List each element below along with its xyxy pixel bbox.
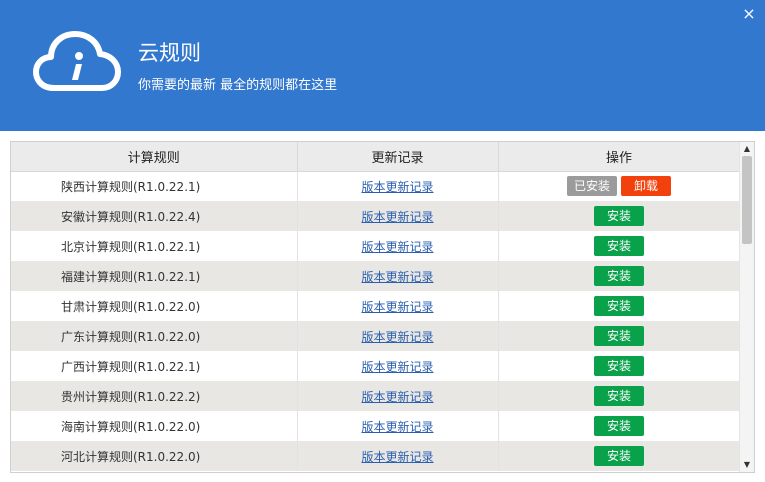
rules-table-container: 计算规则 更新记录 操作 陕西计算规则(R1.0.22.1) 版本更新记录 已安装卸…	[10, 141, 755, 473]
log-cell: 版本更新记录	[297, 171, 499, 201]
header-banner: × 云规则 你需要的最新 最全的规则都在这里	[0, 0, 765, 131]
action-cell: 安装	[498, 261, 741, 291]
install-button[interactable]: 安装	[594, 266, 644, 286]
table-row: 河北计算规则(R1.0.22.0) 版本更新记录 安装	[11, 441, 741, 471]
action-cell: 安装	[498, 381, 741, 411]
action-cell: 安装	[498, 441, 741, 471]
table-row: 福建计算规则(R1.0.22.1) 版本更新记录 安装	[11, 261, 741, 291]
install-button[interactable]: 安装	[594, 206, 644, 226]
action-cell: 已安装 卸载	[498, 171, 741, 201]
version-log-link[interactable]: 版本更新记录	[361, 210, 433, 224]
log-cell: 版本更新记录	[297, 411, 499, 441]
log-cell: 版本更新记录	[297, 381, 499, 411]
table-row: 广东计算规则(R1.0.22.0) 版本更新记录 安装	[11, 321, 741, 351]
column-header-action: 操作	[498, 142, 741, 172]
action-cell: 安装	[498, 321, 741, 351]
vertical-scrollbar[interactable]: ▲ ▼	[739, 142, 754, 472]
table-row: 安徽计算规则(R1.0.22.4) 版本更新记录 安装	[11, 201, 741, 231]
action-cell: 安装	[498, 231, 741, 261]
version-log-link[interactable]: 版本更新记录	[361, 450, 433, 464]
table-row: 陕西计算规则(R1.0.22.1) 版本更新记录 已安装 卸载	[11, 171, 741, 201]
rule-name: 贵州计算规则(R1.0.22.2)	[11, 381, 298, 411]
action-cell: 安装	[498, 351, 741, 381]
version-log-link[interactable]: 版本更新记录	[361, 300, 433, 314]
log-cell: 版本更新记录	[297, 261, 499, 291]
log-cell: 版本更新记录	[297, 321, 499, 351]
install-button[interactable]: 安装	[594, 416, 644, 436]
column-header-rule: 计算规则	[11, 142, 298, 172]
log-cell: 版本更新记录	[297, 351, 499, 381]
page-subtitle: 你需要的最新 最全的规则都在这里	[138, 78, 338, 93]
install-button[interactable]: 安装	[594, 236, 644, 256]
install-button[interactable]: 安装	[594, 326, 644, 346]
table-row: 甘肃计算规则(R1.0.22.0) 版本更新记录 安装	[11, 291, 741, 321]
table-header-row: 计算规则 更新记录 操作	[11, 142, 741, 172]
log-cell: 版本更新记录	[297, 231, 499, 261]
rule-name: 广东计算规则(R1.0.22.0)	[11, 321, 298, 351]
scrollbar-thumb[interactable]	[742, 156, 752, 244]
rule-name: 福建计算规则(R1.0.22.1)	[11, 261, 298, 291]
content-area: 计算规则 更新记录 操作 陕西计算规则(R1.0.22.1) 版本更新记录 已安装卸…	[0, 131, 765, 482]
log-cell: 版本更新记录	[297, 201, 499, 231]
action-cell: 安装	[498, 201, 741, 231]
table-row: 北京计算规则(R1.0.22.1) 版本更新记录 安装	[11, 231, 741, 261]
rule-name: 广西计算规则(R1.0.22.1)	[11, 351, 298, 381]
install-button[interactable]: 安装	[594, 296, 644, 316]
installed-button[interactable]: 已安装	[567, 176, 617, 197]
version-log-link[interactable]: 版本更新记录	[361, 240, 433, 254]
log-cell: 版本更新记录	[297, 441, 499, 471]
rule-name: 安徽计算规则(R1.0.22.4)	[11, 201, 298, 231]
install-button[interactable]: 安装	[594, 386, 644, 406]
rule-name: 甘肃计算规则(R1.0.22.0)	[11, 291, 298, 321]
rule-name: 河北计算规则(R1.0.22.0)	[11, 441, 298, 471]
version-log-link[interactable]: 版本更新记录	[361, 420, 433, 434]
version-log-link[interactable]: 版本更新记录	[361, 330, 433, 344]
rules-table: 计算规则 更新记录 操作 陕西计算规则(R1.0.22.1) 版本更新记录 已安装卸…	[11, 142, 741, 471]
log-cell: 版本更新记录	[297, 291, 499, 321]
version-log-link[interactable]: 版本更新记录	[361, 270, 433, 284]
table-row: 贵州计算规则(R1.0.22.2) 版本更新记录 安装	[11, 381, 741, 411]
action-cell: 安装	[498, 291, 741, 321]
version-log-link[interactable]: 版本更新记录	[361, 360, 433, 374]
table-row: 海南计算规则(R1.0.22.0) 版本更新记录 安装	[11, 411, 741, 441]
rule-name: 海南计算规则(R1.0.22.0)	[11, 411, 298, 441]
rule-name: 陕西计算规则(R1.0.22.1)	[11, 171, 298, 201]
scroll-down-arrow-icon[interactable]: ▼	[740, 458, 754, 472]
version-log-link[interactable]: 版本更新记录	[361, 390, 433, 404]
rule-name: 北京计算规则(R1.0.22.1)	[11, 231, 298, 261]
install-button[interactable]: 安装	[594, 356, 644, 376]
install-button[interactable]: 安装	[594, 446, 644, 466]
page-title: 云规则	[138, 41, 201, 65]
scroll-up-arrow-icon[interactable]: ▲	[740, 142, 754, 156]
column-header-log: 更新记录	[297, 142, 499, 172]
action-cell: 安装	[498, 411, 741, 441]
cloud-info-icon	[33, 31, 121, 91]
table-row: 广西计算规则(R1.0.22.1) 版本更新记录 安装	[11, 351, 741, 381]
uninstall-button[interactable]: 卸载	[621, 176, 671, 197]
version-log-link[interactable]: 版本更新记录	[361, 180, 433, 194]
close-button[interactable]: ×	[741, 6, 757, 22]
